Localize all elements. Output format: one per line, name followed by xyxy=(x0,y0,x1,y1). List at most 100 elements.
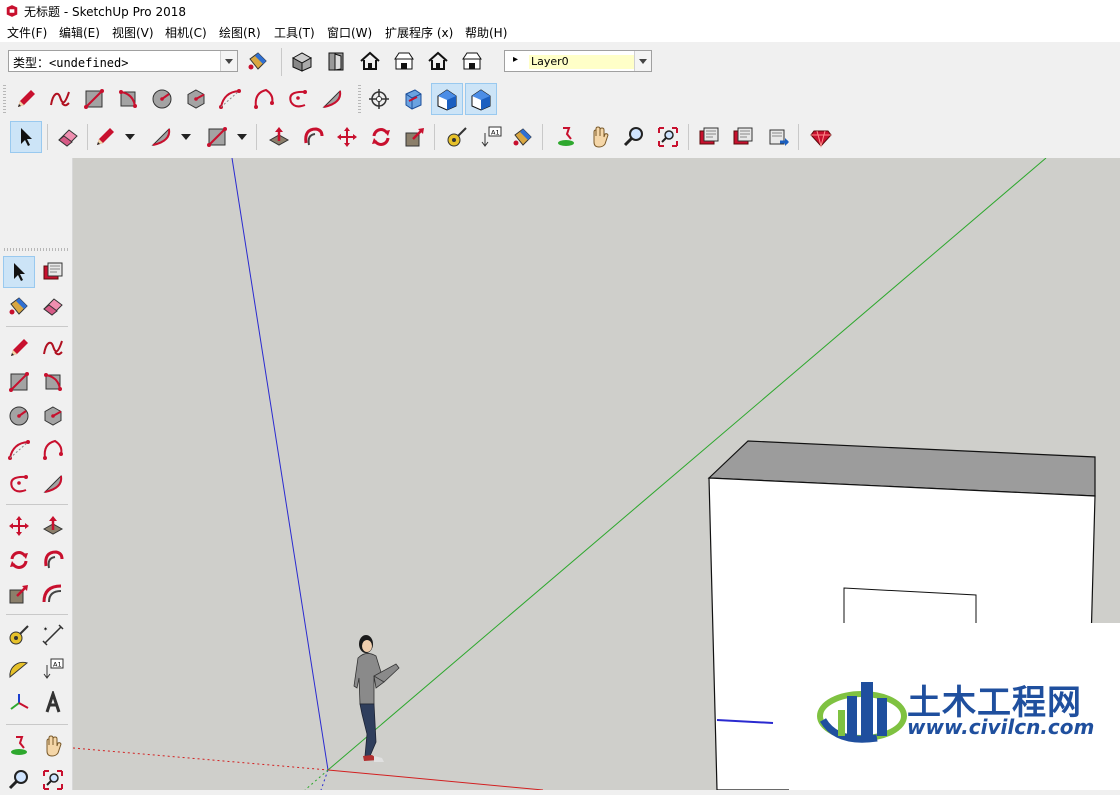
line-tool-button-2[interactable] xyxy=(90,122,120,152)
xray-style-button[interactable] xyxy=(398,84,428,114)
3d-text-tool-button[interactable] xyxy=(38,688,68,718)
arc-dropdown-arrow[interactable] xyxy=(180,122,191,152)
select-tool-button[interactable] xyxy=(10,121,42,153)
line-dropdown-arrow[interactable] xyxy=(124,122,135,152)
rotated-rectangle-tool-button[interactable] xyxy=(38,367,68,397)
menu-edit[interactable]: 编辑(E) xyxy=(59,24,100,41)
circle-tool-button[interactable] xyxy=(147,84,177,114)
menu-extensions[interactable]: 扩展程序 (x) xyxy=(385,24,453,41)
line-tool-button[interactable] xyxy=(11,84,41,114)
toolbar-grip[interactable] xyxy=(3,85,6,113)
drawing-toolbar xyxy=(0,82,360,116)
back-view-button[interactable] xyxy=(423,46,453,76)
textured-style-button[interactable] xyxy=(465,83,497,115)
iso-view-button[interactable] xyxy=(287,46,317,76)
share-model-button[interactable] xyxy=(764,122,794,152)
rotate-tool-button[interactable] xyxy=(4,545,34,575)
follow-me-tool-button[interactable] xyxy=(298,122,328,152)
polygon-tool-button[interactable] xyxy=(38,401,68,431)
component-options-button[interactable] xyxy=(243,46,273,76)
paint-bucket-tool-button[interactable] xyxy=(508,122,538,152)
house-outline-icon xyxy=(426,49,450,73)
rotated-rectangle-tool-button[interactable] xyxy=(113,84,143,114)
toolbar-grip[interactable] xyxy=(358,85,361,113)
chevron-down-icon[interactable] xyxy=(634,51,651,71)
type-selector[interactable]: 类型：<undefined> xyxy=(8,50,238,72)
toolbar-area: 类型：<undefined> ▸ Layer0 xyxy=(0,42,1120,158)
make-component-button[interactable] xyxy=(38,257,68,287)
extension-warehouse-button[interactable] xyxy=(728,122,758,152)
rectangle-tool-button[interactable] xyxy=(4,367,34,397)
move-tool-button[interactable] xyxy=(4,511,34,541)
top-view-button[interactable] xyxy=(321,46,351,76)
zoom-window-button[interactable] xyxy=(38,765,68,795)
move-tool-button[interactable] xyxy=(332,122,362,152)
ruby-console-button[interactable] xyxy=(806,122,836,152)
line-tool-button[interactable] xyxy=(4,333,34,363)
layer-selector[interactable]: ▸ Layer0 xyxy=(504,50,652,72)
text-tool-button[interactable] xyxy=(38,654,68,684)
three-point-arc-tool-button[interactable] xyxy=(4,469,34,499)
follow-me-tool-button[interactable] xyxy=(38,545,68,575)
arc-tool-button-2[interactable] xyxy=(146,122,176,152)
pan-tool-button[interactable] xyxy=(38,731,68,761)
left-view-button[interactable] xyxy=(457,46,487,76)
tape-measure-tool-button[interactable] xyxy=(442,122,472,152)
arc-tool-button[interactable] xyxy=(215,84,245,114)
polygon-tool-button[interactable] xyxy=(181,84,211,114)
orbit-tool-button[interactable] xyxy=(4,731,34,761)
zoom-tool-button[interactable] xyxy=(619,122,649,152)
palette-grip[interactable] xyxy=(4,248,68,251)
chevron-down-icon[interactable] xyxy=(220,51,237,71)
rectangle-tool-button[interactable] xyxy=(79,84,109,114)
two-point-arc-tool-button[interactable] xyxy=(249,84,279,114)
shaded-style-button[interactable] xyxy=(431,83,463,115)
axes-tool-button[interactable] xyxy=(4,688,34,718)
three-point-arc-tool-button[interactable] xyxy=(283,84,313,114)
rotate-tool-button[interactable] xyxy=(366,122,396,152)
menu-view[interactable]: 视图(V) xyxy=(112,24,154,41)
menu-help[interactable]: 帮助(H) xyxy=(465,24,507,41)
two-point-arc-tool-button[interactable] xyxy=(38,435,68,465)
toolbar-separator xyxy=(798,124,799,150)
tape-measure-tool-button[interactable] xyxy=(4,620,34,650)
pie-tool-button[interactable] xyxy=(317,84,347,114)
circle-tool-button[interactable] xyxy=(4,401,34,431)
scale-tool-button[interactable] xyxy=(400,122,430,152)
shape-dropdown-arrow[interactable] xyxy=(236,122,247,152)
offset-tool-button[interactable] xyxy=(38,579,68,609)
menu-file[interactable]: 文件(F) xyxy=(7,24,47,41)
menu-tools[interactable]: 工具(T) xyxy=(274,24,315,41)
shape-tool-button[interactable] xyxy=(202,122,232,152)
paint-bucket-icon xyxy=(246,49,270,73)
menu-camera[interactable]: 相机(C) xyxy=(165,24,207,41)
pie-tool-button[interactable] xyxy=(38,469,68,499)
front-view-button[interactable] xyxy=(355,46,385,76)
zoom-tool-button[interactable] xyxy=(4,765,34,795)
scale-tool-button[interactable] xyxy=(4,579,34,609)
toolbar-separator xyxy=(688,124,689,150)
pan-tool-button[interactable] xyxy=(585,122,615,152)
orbit-tool-button[interactable] xyxy=(551,122,581,152)
dimension-tool-button[interactable] xyxy=(38,620,68,650)
freehand-tool-button[interactable] xyxy=(38,333,68,363)
select-tool-button[interactable] xyxy=(3,256,35,288)
freehand-tool-button[interactable] xyxy=(45,84,75,114)
box-window-outline[interactable] xyxy=(843,587,977,629)
protractor-tool-button[interactable] xyxy=(4,654,34,684)
zoom-extents-button[interactable] xyxy=(653,122,683,152)
text-tool-button[interactable] xyxy=(476,122,506,152)
eraser-tool-button[interactable] xyxy=(38,291,68,321)
right-view-button[interactable] xyxy=(389,46,419,76)
orbit-target-button[interactable] xyxy=(364,84,394,114)
menu-window[interactable]: 窗口(W) xyxy=(327,24,372,41)
arc-tool-button[interactable] xyxy=(4,435,34,465)
push-pull-tool-button[interactable] xyxy=(38,511,68,541)
large-toolset-toolbar xyxy=(0,120,840,154)
menu-draw[interactable]: 绘图(R) xyxy=(219,24,261,41)
push-pull-tool-button[interactable] xyxy=(264,122,294,152)
3d-warehouse-button[interactable] xyxy=(694,122,724,152)
paint-bucket-tool-button[interactable] xyxy=(4,291,34,321)
eraser-tool-button[interactable] xyxy=(53,122,83,152)
scale-figure[interactable] xyxy=(353,635,400,762)
